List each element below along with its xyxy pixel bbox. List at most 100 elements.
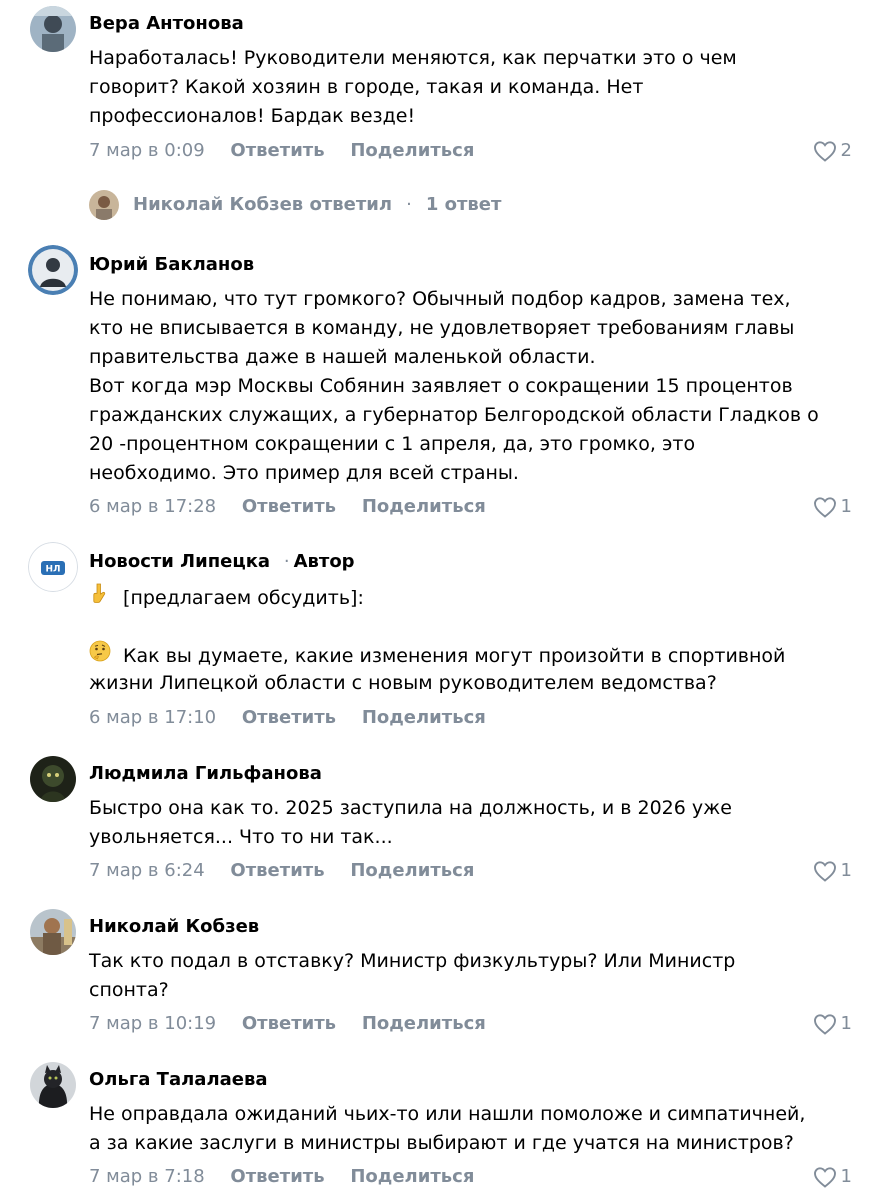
comment-text: Так кто подал в отставку? Министр физкул… [89,947,735,1005]
avatar[interactable]: НЛ [28,542,78,592]
comment-header: Вера Антонова [89,12,244,36]
reply-button[interactable]: Ответить [242,494,336,520]
thread-count: 1 ответ [425,194,502,215]
like-count: 1 [840,1166,852,1187]
like-count: 1 [840,860,852,881]
pointing-down-icon [93,583,106,603]
author-name[interactable]: Новости Липецка [89,551,270,572]
avatar[interactable] [30,909,76,955]
like-count: 2 [840,140,852,161]
like-count: 1 [840,1013,852,1034]
avatar[interactable] [28,245,78,295]
author-name[interactable]: Вера Антонова [89,13,244,34]
author-name[interactable]: Ольга Талалаева [89,1069,268,1090]
comment-date[interactable]: 6 мар в 17:10 [89,705,216,731]
comment-meta: 7 мар в 6:24 Ответить Поделиться [89,858,474,884]
comment: Ольга Талалаева Не оправдала ожиданий чь… [0,1056,874,1200]
thread-separator: · [406,194,412,215]
share-button[interactable]: Поделиться [362,705,486,731]
comment-text-line: необходимо. Это пример для всей страны. [89,462,519,484]
share-button[interactable]: Поделиться [362,494,486,520]
like-button[interactable]: 1 [813,1011,852,1037]
heart-icon [813,141,836,162]
comment-date[interactable]: 7 мар в 7:18 [89,1164,205,1190]
comment-text: Не понимаю, что тут громкого? Обычный по… [89,285,819,488]
comment-meta: 7 мар в 10:19 Ответить Поделиться [89,1011,486,1037]
like-button[interactable]: 1 [813,494,852,520]
comment: Юрий Бакланов Не понимаю, что тут громко… [0,241,874,531]
share-button[interactable]: Поделиться [362,1011,486,1037]
comment-header: Ольга Талалаева [89,1068,268,1092]
comment-text: Наработалась! Руководители меняются, как… [89,44,737,131]
comment-date[interactable]: 7 мар в 0:09 [89,138,205,164]
comment-date[interactable]: 6 мар в 17:28 [89,494,216,520]
share-button[interactable]: Поделиться [350,1164,474,1190]
reply-button[interactable]: Ответить [230,858,324,884]
like-button[interactable]: 1 [813,1164,852,1190]
comment-text-line: Так кто подал в отставку? Министр физкул… [89,950,736,972]
thinking-face-icon [89,640,111,662]
comment-text-line: профессионалов! Бардак везде! [89,105,416,127]
replies-thread[interactable]: Николай Кобзев ответил · 1 ответ [89,190,501,220]
avatar[interactable] [30,6,76,52]
comment-text-line: жизни Липецкой области с новым руководит… [89,672,717,694]
thread-replier: Николай Кобзев ответил [133,194,393,215]
reply-button[interactable]: Ответить [242,1011,336,1037]
comment-header: Новости Липецка · Автор [89,550,355,574]
author-name[interactable]: Николай Кобзев [89,916,259,937]
comment-text-line: 20 -процентном сокращении с 1 апреля, да… [89,433,696,455]
comment-meta: 7 мар в 7:18 Ответить Поделиться [89,1164,474,1190]
avatar[interactable] [30,1062,76,1108]
comment-meta: 6 мар в 17:28 Ответить Поделиться [89,494,486,520]
comment-text-line: спонта? [89,979,169,1001]
comment-text-line: увольняется... Что то ни так... [89,826,393,848]
comment: Людмила Гильфанова Быстро она как то. 20… [0,750,874,890]
comment-text-line: а за какие заслуги в министры выбирают и… [89,1132,794,1154]
comment-header: Юрий Бакланов [89,253,254,277]
comment-meta: 6 мар в 17:10 Ответить Поделиться [89,705,486,731]
author-badge: · Автор [276,551,355,572]
comment-date[interactable]: 7 мар в 6:24 [89,858,205,884]
comment-text-line: [предлагаем обсудить]: [89,582,785,611]
like-count: 1 [840,496,852,517]
heart-icon [813,1014,836,1035]
avatar [89,190,119,220]
comment-text: [предлагаем обсудить]: Как вы думаете, к… [89,582,785,698]
comment-text-line: Вот когда мэр Москвы Собянин заявляет о … [89,375,793,397]
comment: НЛ Новости Липецка · Автор [предлагаем об… [0,538,874,738]
comment-text-line: Быстро она как то. 2025 заступила на дол… [89,797,732,819]
comment-text: Не оправдала ожиданий чьих-то или нашли … [89,1100,805,1158]
share-button[interactable]: Поделиться [350,858,474,884]
comment: Николай Кобзев Так кто подал в отставку?… [0,903,874,1043]
comment: Вера Антонова Наработалась! Руководители… [0,0,874,230]
comment-text-line: Не понимаю, что тут громкого? Обычный по… [89,288,791,310]
comment-text: Быстро она как то. 2025 заступила на дол… [89,794,732,852]
badge-label: Автор [293,551,355,572]
reply-button[interactable]: Ответить [230,138,324,164]
comment-text-line: гражданских служащих, а губернатор Белго… [89,404,819,426]
like-button[interactable]: 1 [813,858,852,884]
comment-text-line: Не оправдала ожиданий чьих-то или нашли … [89,1103,806,1125]
comment-text-content: [предлагаем обсудить]: [123,587,364,609]
comment-text-line: кто не вписывается в команду, не удовлет… [89,317,795,339]
heart-icon [813,497,836,518]
comment-text-line [89,611,785,640]
avatar[interactable] [30,756,76,802]
comment-header: Николай Кобзев [89,915,259,939]
comment-text-line: правительства даже в нашей маленькой обл… [89,346,596,368]
avatar-logo-text: НЛ [45,565,60,575]
share-button[interactable]: Поделиться [350,138,474,164]
comment-text-content: Как вы думаете, какие изменения могут пр… [123,645,786,667]
heart-icon [813,861,836,882]
author-name[interactable]: Людмила Гильфанова [89,763,322,784]
like-button[interactable]: 2 [813,138,852,164]
comment-date[interactable]: 7 мар в 10:19 [89,1011,216,1037]
comment-text-line: Как вы думаете, какие изменения могут пр… [89,640,785,669]
comment-meta: 7 мар в 0:09 Ответить Поделиться [89,138,474,164]
author-name[interactable]: Юрий Бакланов [89,254,254,275]
comment-text-line: Наработалась! Руководители меняются, как… [89,47,737,69]
badge-separator: · [283,551,290,572]
comment-text-line: говорит? Какой хозяин в городе, такая и … [89,76,644,98]
reply-button[interactable]: Ответить [242,705,336,731]
reply-button[interactable]: Ответить [230,1164,324,1190]
